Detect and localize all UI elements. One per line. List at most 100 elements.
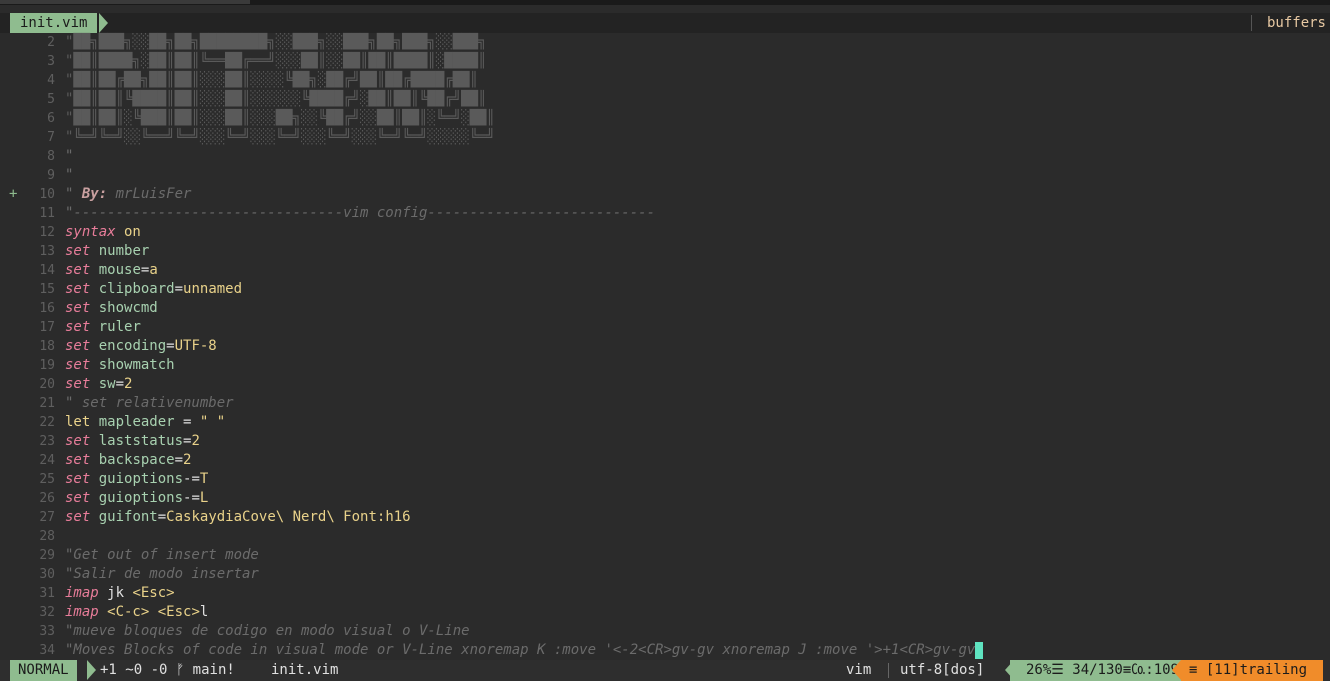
line-number: 11 [39,206,55,221]
code-line[interactable]: 5 "██║██║╚████║██║░░░██║░░░░░░╚████╔╝░██║… [0,90,1330,109]
line-number: 34 [39,643,55,658]
code-token: let [65,414,91,430]
code-token: 2 [183,452,192,468]
code-line[interactable]: 21 " set relativenumber [0,394,1330,413]
code-token: " set relativenumber [65,395,234,411]
code-token: imap [65,585,99,601]
code-line[interactable]: 9 " [0,166,1330,185]
window-tab-marker [0,0,250,4]
code-line[interactable]: 30 "Salir de modo insertar [0,565,1330,584]
code-line[interactable]: 28 [0,527,1330,546]
line-content: set backspace=2 [65,451,191,470]
code-line[interactable]: 2 "██╗███╗░░██╗██╗████████╗░░███╗░░███╗██… [0,33,1330,52]
code-token: set [65,319,91,335]
line-content: "Salir de modo insertar [65,565,259,584]
line-content: set showcmd [65,299,158,318]
line-content: let mapleader = " " [65,413,225,432]
code-line[interactable]: 14 set mouse=a [0,261,1330,280]
code-line[interactable]: 12 syntax on [0,223,1330,242]
line-number: 32 [39,605,55,620]
code-token: <Esc> [132,585,175,601]
code-line[interactable]: 15 set clipboard=unnamed [0,280,1330,299]
mode-arrow-separator [87,660,96,680]
code-token: mapleader [90,414,175,430]
line-content: set ruler [65,318,141,337]
window-top-strip [0,0,1330,5]
code-line[interactable]: 13 set number [0,242,1330,261]
code-token: = [174,281,184,297]
code-token: mrLuisFer [107,186,192,202]
code-token: clipboard [90,281,175,297]
trailing-whitespace-warning[interactable]: ≡ [11]trailing [1181,660,1324,681]
code-line[interactable]: 3 "██║████╗░██║██║╚══██╔══╝░░░██║░░██║██║… [0,52,1330,71]
line-number: 21 [39,396,55,411]
line-number: 30 [39,567,55,582]
statusline-filename: init.vim [271,662,339,678]
line-number: 3 [47,54,55,69]
code-token: set [65,357,91,373]
encoding-indicator: utf-8[dos] [900,662,985,678]
line-content: imap <C-c> <Esc>l [65,603,208,622]
line-number: 33 [39,624,55,639]
code-token: " [65,148,74,164]
editor-buffer[interactable]: 2 "██╗███╗░░██╗██╗████████╗░░███╗░░███╗██… [0,33,1330,660]
code-line[interactable]: 11 "--------------------------------vim c… [0,204,1330,223]
code-token: set [65,471,91,487]
line-content: set guioptions-=L [65,489,208,508]
code-line[interactable]: 17 set ruler [0,318,1330,337]
code-token: L [199,490,209,506]
code-line[interactable]: 16 set showcmd [0,299,1330,318]
code-line[interactable]: 31 imap jk <Esc> [0,584,1330,603]
code-token: syntax [65,224,116,240]
line-content: set mouse=a [65,261,158,280]
code-token: = [157,509,167,525]
code-line[interactable]: 34 "Moves Blocks of code in visual mode o… [0,641,1330,660]
line-number: 10 [39,187,55,202]
line-content: set guioptions-=T [65,470,208,489]
code-token: "██║██║╚████║██║░░░██║░░░░░░╚████╔╝░██║█… [65,91,487,107]
code-token: guioptions [90,490,184,506]
code-line[interactable]: 26 set guioptions-=L [0,489,1330,508]
line-number: 9 [47,168,55,183]
code-token: "██║████╗░██║██║╚══██╔══╝░░░██║░░██║██║█… [65,53,487,69]
filetype-indicator: vim [846,662,872,678]
line-number: 15 [39,282,55,297]
line-content: "╚═╝╚═╝░░╚══╝╚═╝░░░╚═╝░░░╚═╝░░░╚═╝░░░╚═╝… [65,128,495,147]
line-content: "mueve bloques de codigo en modo visual … [65,622,470,641]
buffers-label[interactable]: buffers [1258,13,1330,33]
line-number: 23 [39,434,55,449]
code-token: jk [98,585,133,601]
line-number: 6 [47,111,55,126]
line-content: set encoding=UTF-8 [65,337,217,356]
code-token: sw [90,376,116,392]
code-line[interactable]: 8 " [0,147,1330,166]
git-status: +1 ~0 -0 ᚠ main! [100,662,235,678]
code-line[interactable]: 20 set sw=2 [0,375,1330,394]
code-token: T [199,471,209,487]
code-line[interactable]: 19 set showmatch [0,356,1330,375]
code-line[interactable]: 18 set encoding=UTF-8 [0,337,1330,356]
code-line[interactable]: 6 "██║██║░╚███║██║░░░██║░░░██╗░░╚██╔╝░░██… [0,109,1330,128]
tab-init-vim[interactable]: init.vim [10,13,98,33]
line-number: 5 [47,92,55,107]
code-token: By: [81,186,108,202]
code-token: "╚═╝╚═╝░░╚══╝╚═╝░░░╚═╝░░░╚═╝░░░╚═╝░░░╚═╝… [65,129,495,145]
code-line[interactable]: +10 " By: mrLuisFer [0,185,1330,204]
line-content: set clipboard=unnamed [65,280,242,299]
code-line[interactable]: 24 set backspace=2 [0,451,1330,470]
code-line[interactable]: 23 set laststatus=2 [0,432,1330,451]
line-content: set number [65,242,149,261]
code-token: "mueve bloques de codigo en modo visual … [65,623,470,639]
code-token: "Get out of insert mode [65,547,259,563]
code-line[interactable]: 32 imap <C-c> <Esc>l [0,603,1330,622]
code-line[interactable]: 7 "╚═╝╚═╝░░╚══╝╚═╝░░░╚═╝░░░╚═╝░░░╚═╝░░░╚═… [0,128,1330,147]
code-line[interactable]: 33 "mueve bloques de codigo en modo visua… [0,622,1330,641]
code-line[interactable]: 22 let mapleader = " " [0,413,1330,432]
line-content: " [65,166,73,185]
code-line[interactable]: 4 "██║██╔██╗██║██║░░░██║░░░░╚██╗░██╔╝██║█… [0,71,1330,90]
code-token: mouse [90,262,141,278]
code-line[interactable]: 29 "Get out of insert mode [0,546,1330,565]
code-line[interactable]: 25 set guioptions-=T [0,470,1330,489]
code-line[interactable]: 27 set guifont=CaskaydiaCove\ Nerd\ Font:… [0,508,1330,527]
